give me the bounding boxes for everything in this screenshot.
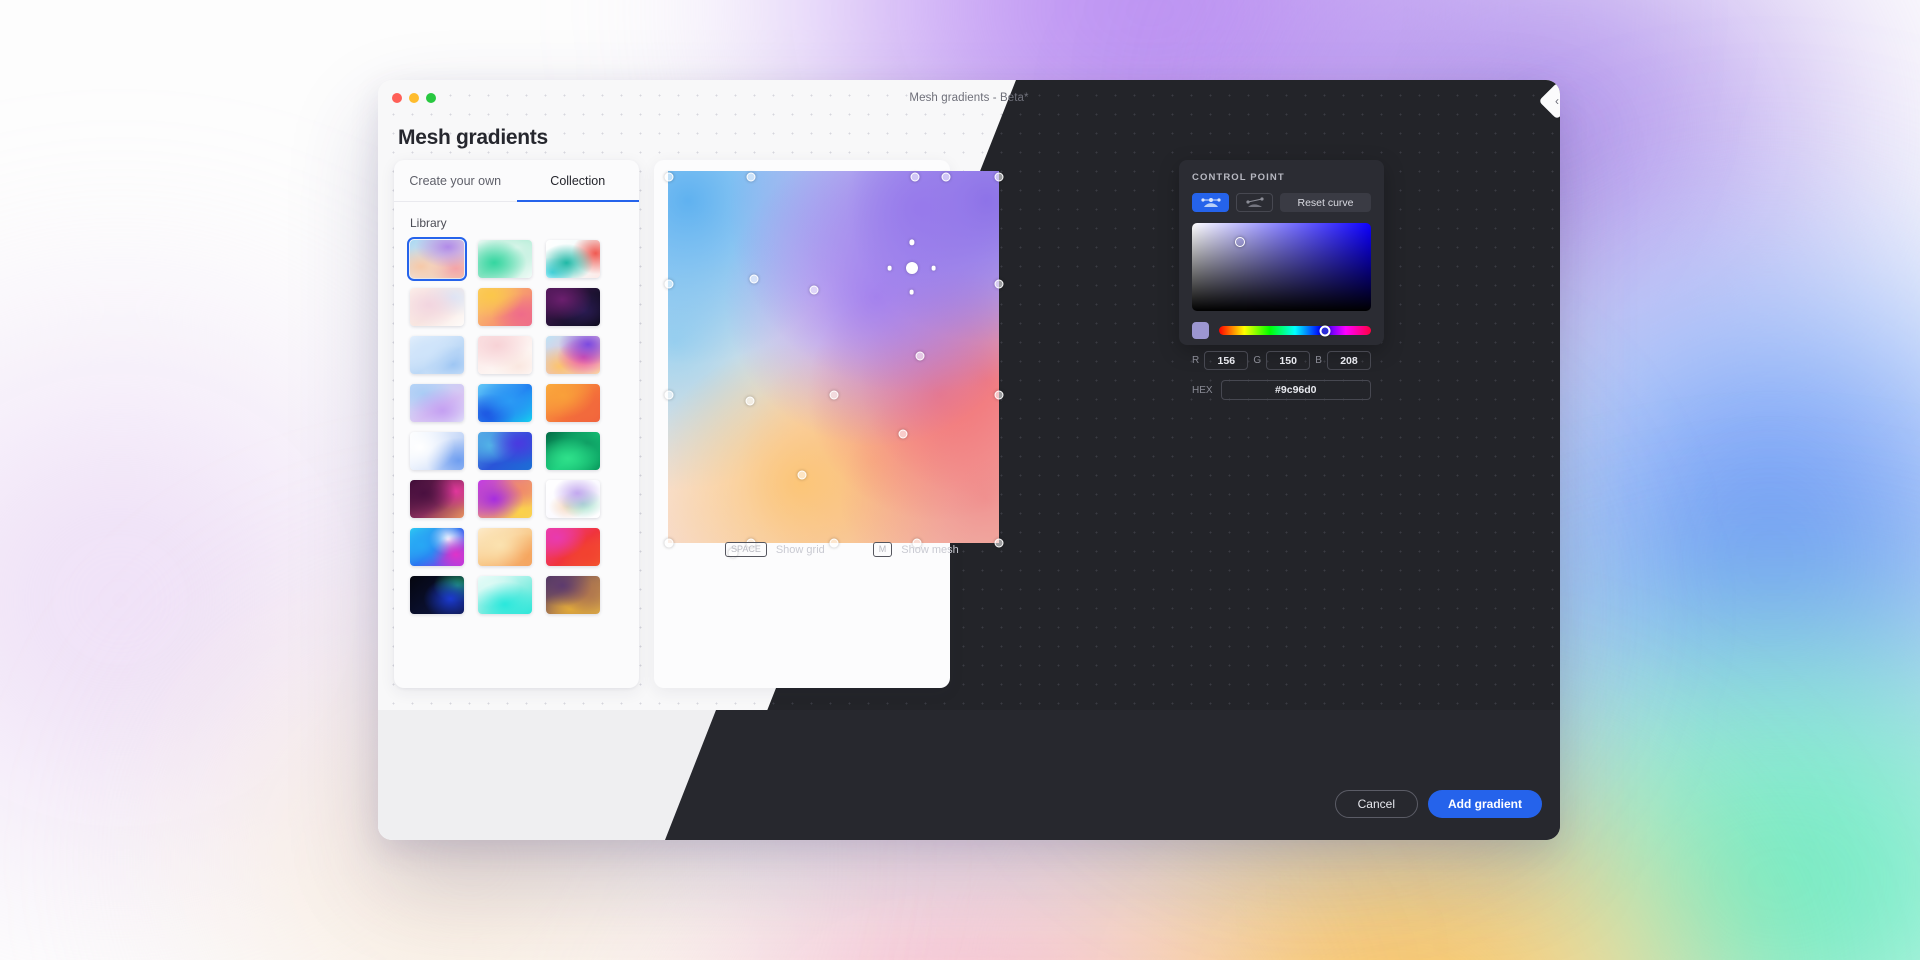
hex-input-row: HEX #9c96d0 (1192, 380, 1371, 400)
app-window: Mesh gradients - Beta* Mesh gradients Cr… (378, 80, 1560, 840)
sv-picker-cursor[interactable] (1235, 237, 1246, 248)
library-thumbnail-blue-lavender[interactable] (410, 384, 464, 422)
label-r: R (1192, 355, 1200, 366)
cancel-button[interactable]: Cancel (1334, 790, 1418, 818)
mesh-control-point[interactable] (809, 285, 819, 295)
mesh-control-point[interactable] (915, 351, 925, 361)
chevron-left-icon: ‹ (1555, 94, 1559, 108)
library-panel: Create your own Collection Library (394, 160, 639, 688)
library-thumbnail-white-pastel-swirl[interactable] (546, 480, 600, 518)
library-section-label: Library (410, 216, 447, 230)
library-thumbnail-violet-peach-mix[interactable] (546, 336, 600, 374)
reset-curve-button[interactable]: Reset curve (1280, 193, 1371, 212)
tab-create-your-own[interactable]: Create your own (394, 160, 517, 201)
library-thumbnail-plum-magenta[interactable] (410, 480, 464, 518)
library-thumbnail-blush-white[interactable] (478, 336, 532, 374)
library-thumbnail-midnight-navy[interactable] (410, 576, 464, 614)
input-hex[interactable]: #9c96d0 (1220, 380, 1371, 400)
library-thumbnail-dark-purple-night[interactable] (546, 288, 600, 326)
current-color-swatch[interactable] (1192, 322, 1209, 339)
mesh-control-point[interactable] (664, 390, 674, 400)
mesh-gradient-canvas[interactable] (664, 171, 1004, 558)
symmetric-curve-icon[interactable] (1192, 193, 1229, 212)
library-thumbnail-electric-blue[interactable] (478, 384, 532, 422)
mesh-control-point[interactable] (910, 172, 920, 182)
library-thumbnail-emerald-green[interactable] (546, 432, 600, 470)
mesh-control-point[interactable] (749, 274, 759, 284)
curve-mode-row: Reset curve (1192, 193, 1371, 212)
window-titlebar: Mesh gradients - Beta* (378, 80, 1560, 116)
hint-label-show-grid: Show grid (775, 543, 825, 556)
mesh-control-point[interactable] (797, 470, 807, 480)
saturation-value-picker[interactable] (1192, 223, 1371, 311)
mesh-control-point[interactable] (994, 538, 1004, 548)
mesh-control-point[interactable] (994, 172, 1004, 182)
library-thumbnail-teal-red-white[interactable] (546, 240, 600, 278)
library-thumbnail-pale-blue-sky[interactable] (410, 336, 464, 374)
key-space: SPACE (725, 542, 767, 557)
library-thumbnail-soft-cream-pink[interactable] (410, 288, 464, 326)
control-point-handle-dot[interactable] (909, 239, 915, 246)
key-m: M (872, 542, 893, 557)
label-g: G (1253, 355, 1262, 366)
selected-control-point[interactable] (905, 262, 918, 275)
footer-actions: Cancel Add gradient (1334, 790, 1542, 818)
rgb-input-row: R 156 G 150 B 208 (1192, 351, 1372, 370)
asymmetric-curve-icon[interactable] (1236, 193, 1273, 212)
hint-show-grid: SPACE Show grid (725, 542, 825, 557)
library-thumbnail-warm-cream-orange[interactable] (478, 528, 532, 566)
mesh-control-point[interactable] (829, 390, 838, 400)
input-g[interactable]: 150 (1266, 351, 1311, 370)
mesh-control-point[interactable] (664, 538, 674, 548)
mesh-control-point[interactable] (994, 279, 1004, 289)
library-thumbnail-purple-orange-pop[interactable] (478, 480, 532, 518)
library-thumbnail-pastel-purple-peach[interactable] (406, 236, 468, 282)
input-b[interactable]: 208 (1326, 351, 1372, 370)
mesh-control-point[interactable] (898, 429, 908, 439)
canvas-hint-bar: SPACE Show grid M Show mesh (725, 542, 959, 557)
hint-label-show-mesh: Show mesh (901, 543, 959, 556)
mesh-control-point[interactable] (664, 279, 674, 289)
page-root: Mesh gradients - Beta* Mesh gradients Cr… (0, 0, 1920, 960)
label-b: B (1315, 355, 1322, 366)
mesh-control-point[interactable] (745, 396, 755, 406)
window-title: Mesh gradients - Beta* (909, 92, 1029, 104)
library-thumbnail-orange-flame[interactable] (546, 384, 600, 422)
hint-show-mesh: M Show mesh (872, 542, 959, 557)
mesh-control-point[interactable] (941, 172, 951, 182)
control-point-panel: CONTROL POINT Reset curve R 156 G 150 B … (1179, 160, 1384, 400)
library-thumbnail-sunset-orange-pink[interactable] (478, 288, 532, 326)
hue-slider[interactable] (1219, 325, 1371, 336)
mesh-control-point[interactable] (664, 172, 674, 182)
hue-slider-knob[interactable] (1319, 325, 1331, 336)
library-thumbnail-aqua-turquoise[interactable] (478, 576, 532, 614)
library-thumbnail-grid (394, 236, 639, 614)
library-thumbnail-cyan-magenta-arc[interactable] (410, 528, 464, 566)
page-title: Mesh gradients (398, 126, 548, 149)
color-swatch-row (1192, 322, 1371, 339)
control-point-panel-title: CONTROL POINT (1192, 172, 1285, 183)
control-point-handle-dot[interactable] (931, 266, 937, 271)
mesh-control-point[interactable] (746, 172, 756, 182)
library-thumbnail-hot-pink-red[interactable] (546, 528, 600, 566)
input-r[interactable]: 156 (1204, 351, 1249, 370)
library-thumbnail-deep-blue-indigo[interactable] (478, 432, 532, 470)
control-point-handle-dot[interactable] (909, 290, 915, 295)
library-thumbnail-mint-white[interactable] (478, 240, 532, 278)
tab-collection[interactable]: Collection (516, 160, 640, 202)
add-gradient-button[interactable]: Add gradient (1428, 790, 1542, 818)
mesh-control-point[interactable] (994, 390, 1004, 400)
label-hex: HEX (1192, 384, 1213, 396)
library-thumbnail-earth-gold-purple[interactable] (546, 576, 600, 614)
control-point-handle-dot[interactable] (887, 266, 893, 271)
tab-bar: Create your own Collection (394, 160, 639, 202)
library-thumbnail-white-blue-fade[interactable] (410, 432, 464, 470)
